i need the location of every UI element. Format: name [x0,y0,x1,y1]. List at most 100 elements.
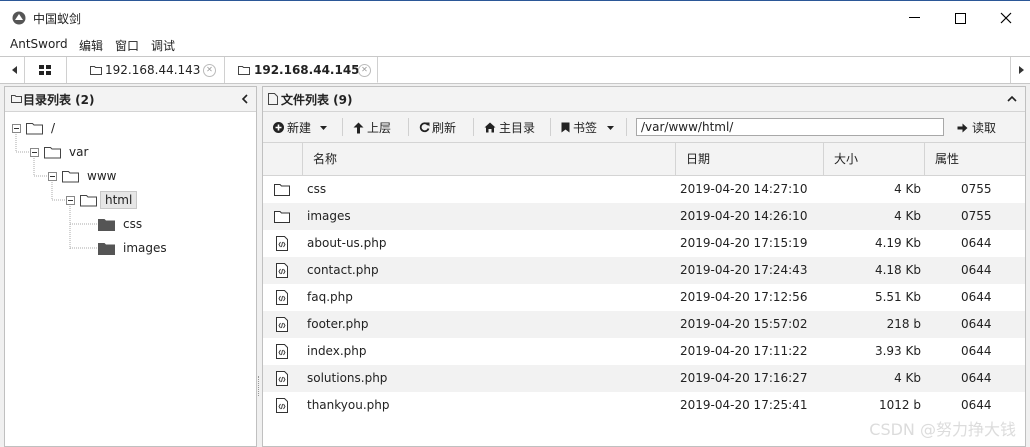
file-size: 4 Kb [894,371,921,385]
tree-minus-icon[interactable] [48,172,57,181]
folder-icon [11,95,22,103]
arrow-up-icon [353,122,364,133]
file-name: solutions.php [307,371,388,385]
new-button[interactable]: 新建 [273,119,328,136]
file-name: about-us.php [307,236,387,250]
bookmark-button[interactable]: 书签 [561,119,615,136]
folder-open-icon [44,147,61,159]
file-date: 2019-04-20 17:25:41 [680,398,808,412]
file-size: 1012 b [879,398,921,412]
file-name: faq.php [307,290,353,304]
bookmark-icon [561,122,570,133]
collapse-chevron-left-icon[interactable] [241,94,248,104]
close-icon [1000,12,1012,24]
tree-minus-icon[interactable] [66,196,75,205]
caret-down-icon [607,125,615,130]
maximize-button[interactable] [937,1,983,35]
triangle-left-icon [11,66,17,74]
code-file-icon [274,392,294,419]
file-date: 2019-04-20 17:15:19 [680,236,808,250]
file-row[interactable]: thankyou.php 2019-04-20 17:25:41 1012 b 064… [263,392,1025,419]
tree-minus-icon[interactable] [12,124,21,133]
file-row[interactable]: index.php 2019-04-20 17:11:22 3.93 Kb 0644 [263,338,1025,365]
new-button-label: 新建 [287,121,312,135]
code-file-icon [274,338,294,365]
file-row[interactable]: solutions.php 2019-04-20 17:16:27 4 Kb 0644 [263,365,1025,392]
home-icon [484,122,496,133]
collapse-chevron-up-icon[interactable] [1007,95,1017,102]
file-date: 2019-04-20 17:16:27 [680,371,808,385]
file-date: 2019-04-20 17:24:43 [680,263,808,277]
file-perm: 0644 [961,317,992,331]
tab-scroll-left-button[interactable] [4,57,25,83]
col-date[interactable]: 日期 [676,143,824,175]
folder-open-icon [26,123,43,135]
file-date: 2019-04-20 17:12:56 [680,290,808,304]
window-title: 中国蚁剑 [33,12,82,26]
folder-open-icon [62,171,79,183]
folder-closed-icon [98,219,115,231]
read-button[interactable]: 读取 [957,119,996,136]
tab-scroll-right-button[interactable] [1010,57,1030,83]
tab-dashboard[interactable] [24,57,67,83]
tree-node-label: images [123,241,167,255]
code-file-icon [274,284,294,311]
menu-debug[interactable]: 调试 [151,37,175,54]
file-size: 4.19 Kb [874,236,921,250]
caret-down-icon [320,125,328,130]
bookmark-label: 书签 [573,121,598,135]
file-toolbar: 新建 上层 刷新 主目录 书签 /var/www/html/ 读取 [263,112,1025,143]
col-size[interactable]: 大小 [824,143,925,175]
col-perm[interactable]: 属性 [925,143,1025,175]
up-level-label: 上层 [367,121,392,135]
directory-panel-header: 目录列表 (2) [5,87,256,112]
tree-node-label: html [100,191,138,209]
tab-bar: 192.168.44.143 ✕ 192.168.44.145 ✕ [0,56,1030,84]
file-perm: 0644 [961,290,992,304]
plus-circle-icon [273,122,284,133]
folder-icon [90,66,102,75]
triangle-right-icon [1018,66,1024,74]
file-panel-title: 文件列表 (9) [281,93,353,107]
close-button[interactable] [983,1,1029,35]
file-size: 4 Kb [894,182,921,196]
menu-bar: AntSword 编辑 窗口 调试 [0,34,1030,56]
file-panel-header: 文件列表 (9) [263,87,1025,112]
file-date: 2019-04-20 17:11:22 [680,344,808,358]
home-button[interactable]: 主目录 [484,119,535,136]
path-input[interactable]: /var/www/html/ [636,118,944,136]
menu-window[interactable]: 窗口 [115,37,139,54]
file-row[interactable]: faq.php 2019-04-20 17:12:56 5.51 Kb 0644 [263,284,1025,311]
file-name: index.php [307,344,367,358]
tab-close-icon[interactable]: ✕ [203,64,216,77]
file-row[interactable]: about-us.php 2019-04-20 17:15:19 4.19 Kb 06… [263,230,1025,257]
file-date: 2019-04-20 14:27:10 [680,182,808,196]
file-row[interactable]: css 2019-04-20 14:27:10 4 Kb 0755 [263,176,1025,203]
file-row[interactable]: contact.php 2019-04-20 17:24:43 4.18 Kb 064… [263,257,1025,284]
menu-edit[interactable]: 编辑 [79,37,103,54]
tree-minus-icon[interactable] [30,148,39,157]
file-panel: 文件列表 (9) 新建 上层 刷新 主目录 书签 /var/www/html/ … [262,86,1026,447]
file-perm: 0755 [961,182,992,196]
file-date: 2019-04-20 14:26:10 [680,209,808,223]
up-level-button[interactable]: 上层 [353,119,391,136]
grid-icon [39,65,51,75]
tab-192-168-44-143[interactable]: 192.168.44.143 ✕ [67,57,225,83]
folder-icon [274,203,294,230]
tab-192-168-44-145[interactable]: 192.168.44.145 ✕ [225,57,378,83]
minimize-icon [908,17,920,18]
tab-label: 192.168.44.143 [105,63,201,77]
directory-panel: 目录列表 (2) / var www html css images [4,86,257,447]
refresh-button[interactable]: 刷新 [419,119,456,136]
tree-node-label: css [123,217,143,231]
file-row[interactable]: images 2019-04-20 14:26:10 4 Kb 0755 [263,203,1025,230]
folder-icon [238,66,250,75]
file-size: 4 Kb [894,209,921,223]
menu-antsword[interactable]: AntSword [10,37,68,51]
tab-close-icon[interactable]: ✕ [358,64,371,77]
col-name[interactable]: 名称 [303,143,676,175]
file-perm: 0644 [961,236,992,250]
folder-icon [274,176,294,203]
file-row[interactable]: footer.php 2019-04-20 15:57:02 218 b 0644 [263,311,1025,338]
minimize-button[interactable] [891,1,937,35]
